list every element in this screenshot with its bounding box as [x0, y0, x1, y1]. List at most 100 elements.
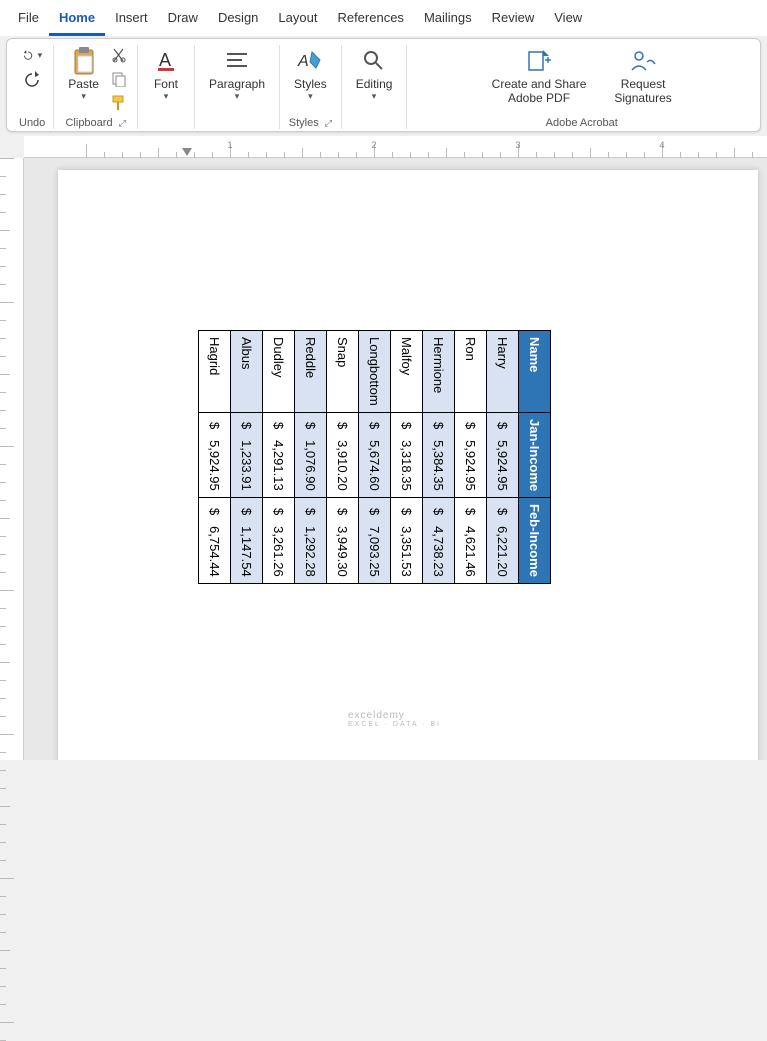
tab-view[interactable]: View [544, 4, 592, 36]
table-header: Name [519, 331, 551, 413]
cell-jan: $ 5,924.95 [487, 412, 519, 497]
cell-feb: $ 3,351.53 [391, 497, 423, 583]
tab-layout[interactable]: Layout [268, 4, 327, 36]
cell-name: Malfoy [391, 331, 423, 413]
menu-tabs: FileHomeInsertDrawDesignLayoutReferences… [0, 0, 767, 36]
tab-references[interactable]: References [327, 4, 413, 36]
group-paragraph: Paragraph ▾ [195, 45, 280, 129]
tab-file[interactable]: File [8, 4, 49, 36]
cell-feb: $ 3,261.26 [263, 497, 295, 583]
group-clipboard-label: Clipboard [65, 117, 112, 129]
ruler-horizontal: 1234 [24, 136, 767, 158]
cell-name: Dudley [263, 331, 295, 413]
table-row: Hagrid$ 5,924.95$ 6,754.44 [199, 331, 231, 584]
indent-marker-icon[interactable] [182, 148, 192, 156]
font-icon: A [152, 47, 180, 75]
styles-icon: A [296, 47, 324, 75]
font-label: Font [154, 77, 178, 91]
cell-feb: $ 1,147.54 [231, 497, 263, 583]
tab-review[interactable]: Review [482, 4, 545, 36]
cell-name: Hagrid [199, 331, 231, 413]
table-row: Hermione$ 5,384.35$ 4,738.23 [423, 331, 455, 584]
cell-jan: $ 4,291.13 [263, 412, 295, 497]
watermark-text: exceldemy [348, 710, 405, 721]
document-area: NameJan-IncomeFeb-IncomeHarry$ 5,924.95$… [24, 158, 767, 760]
table-row: Ron$ 5,924.95$ 4,621.46 [455, 331, 487, 584]
watermark-sub: EXCEL · DATA · BI [348, 721, 441, 728]
cell-jan: $ 1,233.91 [231, 412, 263, 497]
tab-mailings[interactable]: Mailings [414, 4, 482, 36]
cell-name: Harry [487, 331, 519, 413]
tab-design[interactable]: Design [208, 4, 268, 36]
group-undo: ▾ Undo [11, 45, 54, 129]
styles-launcher-icon[interactable]: ⤢ [325, 118, 332, 129]
cell-jan: $ 5,924.95 [199, 412, 231, 497]
cell-feb: $ 1,292.28 [295, 497, 327, 583]
table-row: Malfoy$ 3,318.35$ 3,351.53 [391, 331, 423, 584]
cell-name: Ron [455, 331, 487, 413]
group-undo-label: Undo [19, 117, 45, 129]
svg-text:A: A [297, 53, 309, 70]
table-row: Reddle$ 1,076.90$ 1,292.28 [295, 331, 327, 584]
cell-feb: $ 4,738.23 [423, 497, 455, 583]
font-button[interactable]: A Font ▾ [146, 45, 186, 104]
paste-button[interactable]: Paste ▾ [62, 45, 105, 104]
ribbon: ▾ Undo Paste ▾ [6, 38, 761, 132]
ruler-mark: 4 [659, 140, 664, 150]
editing-label: Editing [356, 77, 393, 91]
request-signatures-button[interactable]: Request Signatures [608, 45, 677, 107]
tab-home[interactable]: Home [49, 4, 105, 36]
request-signatures-label: Request Signatures [614, 77, 671, 105]
tab-insert[interactable]: Insert [105, 4, 158, 36]
cell-feb: $ 6,221.20 [487, 497, 519, 583]
cell-jan: $ 3,318.35 [391, 412, 423, 497]
cell-name: Snap [327, 331, 359, 413]
cut-button[interactable] [109, 45, 129, 65]
table-header: Jan-Income [519, 412, 551, 497]
table-row: Albus$ 1,233.91$ 1,147.54 [231, 331, 263, 584]
tab-draw[interactable]: Draw [158, 4, 208, 36]
cell-jan: $ 5,924.95 [455, 412, 487, 497]
group-clipboard: Paste ▾ Clipboard ⤢ [54, 45, 138, 129]
redo-button[interactable] [22, 69, 42, 89]
cell-feb: $ 3,949.30 [327, 497, 359, 583]
paragraph-label: Paragraph [209, 77, 265, 91]
table-header: Feb-Income [519, 497, 551, 583]
group-styles: A Styles ▾ Styles ⤢ [280, 45, 342, 129]
styles-button[interactable]: A Styles ▾ [288, 45, 333, 104]
undo-button[interactable]: ▾ [22, 45, 42, 65]
create-pdf-label: Create and Share Adobe PDF [492, 77, 587, 105]
table-row: Dudley$ 4,291.13$ 3,261.26 [263, 331, 295, 584]
page: NameJan-IncomeFeb-IncomeHarry$ 5,924.95$… [58, 170, 758, 760]
cell-name: Longbottom [359, 331, 391, 413]
cell-jan: $ 3,910.20 [327, 412, 359, 497]
paste-label: Paste [68, 77, 99, 91]
create-pdf-button[interactable]: Create and Share Adobe PDF [486, 45, 593, 107]
cell-feb: $ 4,621.46 [455, 497, 487, 583]
ruler-vertical [0, 158, 24, 760]
ruler-mark: 3 [515, 140, 520, 150]
chevron-down-icon: ▾ [164, 91, 169, 102]
paragraph-icon [223, 47, 251, 75]
cell-jan: $ 5,674.60 [359, 412, 391, 497]
paragraph-button[interactable]: Paragraph ▾ [203, 45, 271, 104]
group-acrobat: Create and Share Adobe PDF Request Signa… [407, 45, 756, 129]
chevron-down-icon: ▾ [308, 91, 313, 102]
table-row: Snap$ 3,910.20$ 3,949.30 [327, 331, 359, 584]
editing-button[interactable]: Editing ▾ [350, 45, 399, 104]
ruler-mark: 2 [371, 140, 376, 150]
copy-button[interactable] [109, 69, 129, 89]
clipboard-launcher-icon[interactable]: ⤢ [119, 118, 126, 129]
svg-text:A: A [159, 50, 171, 70]
signature-icon [629, 47, 657, 75]
cell-name: Albus [231, 331, 263, 413]
format-painter-button[interactable] [109, 93, 129, 113]
group-acrobat-label: Adobe Acrobat [546, 117, 618, 129]
cell-jan: $ 1,076.90 [295, 412, 327, 497]
cell-name: Hermione [423, 331, 455, 413]
chevron-down-icon: ▾ [81, 91, 86, 102]
group-styles-label: Styles [289, 117, 319, 129]
pdf-share-icon [525, 47, 553, 75]
editing-icon [360, 47, 388, 75]
table-row: Harry$ 5,924.95$ 6,221.20 [487, 331, 519, 584]
